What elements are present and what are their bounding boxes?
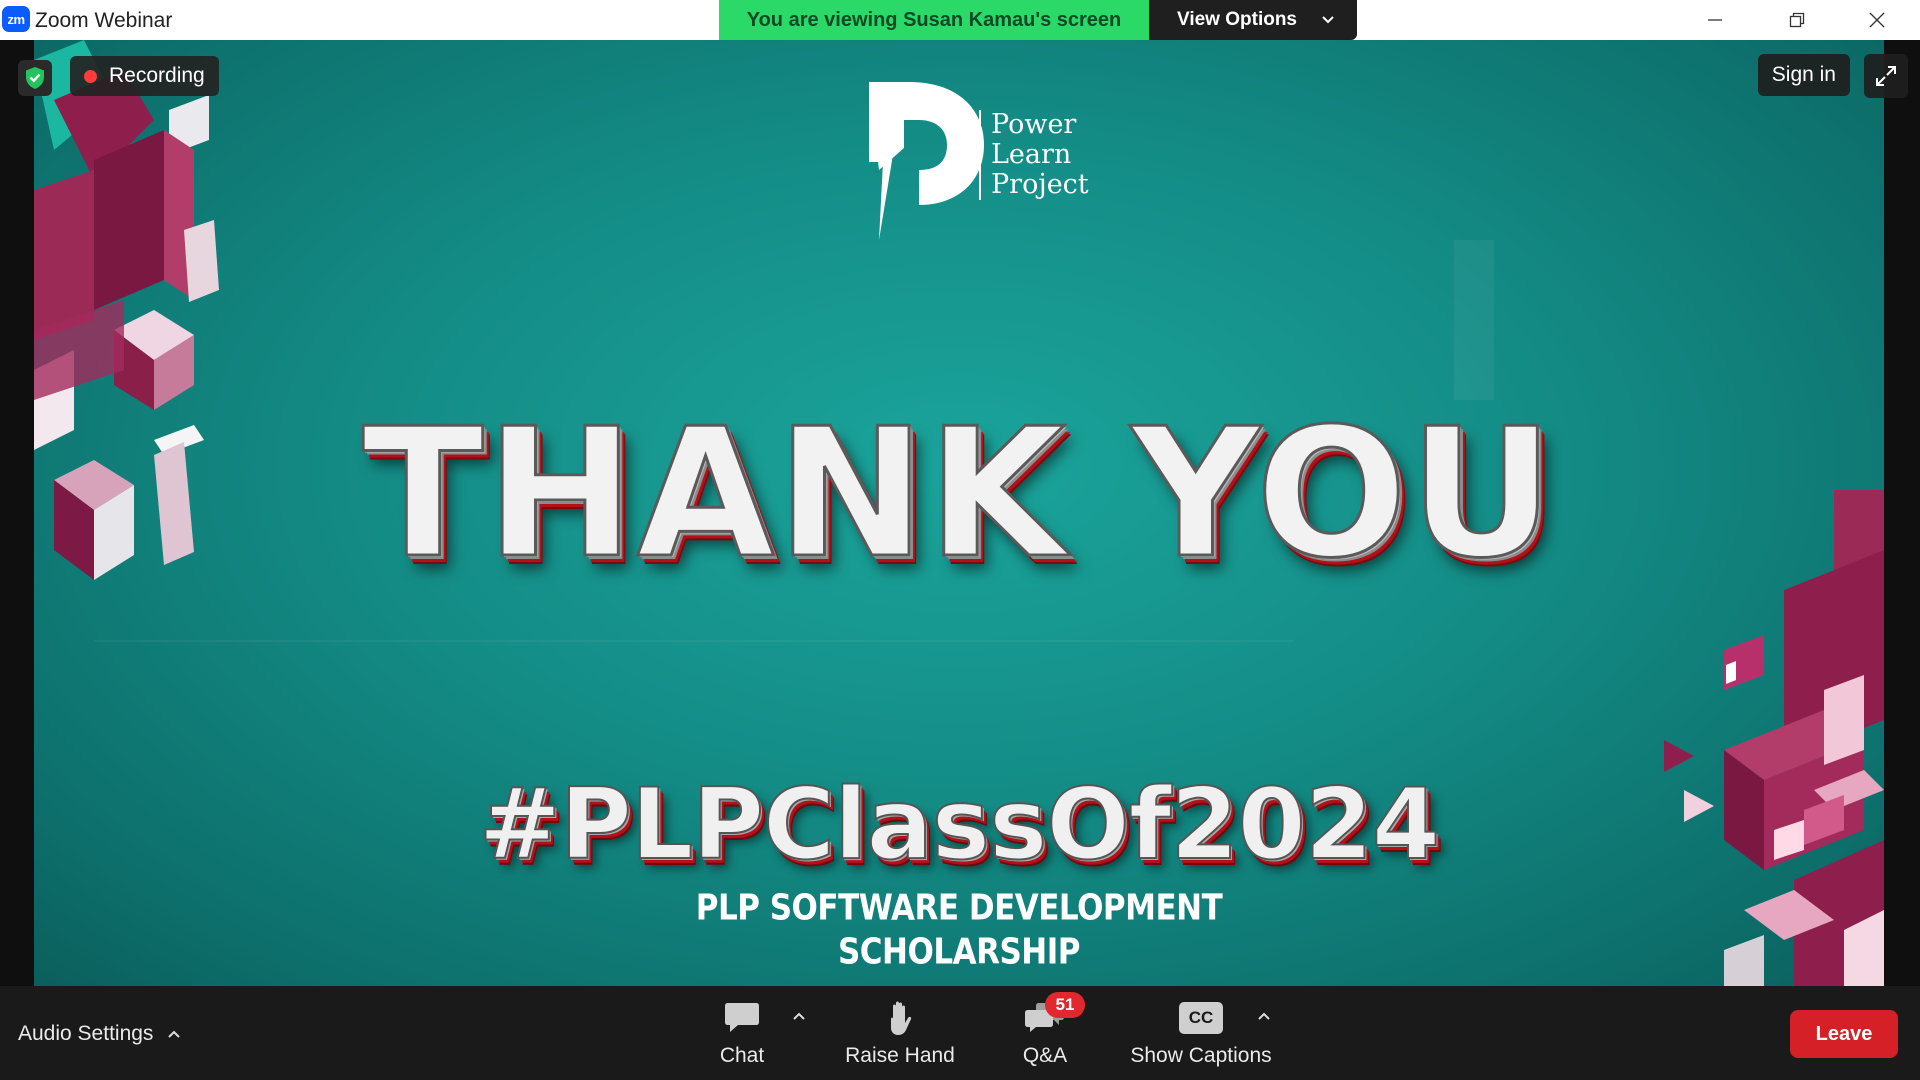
view-options-button[interactable]: View Options (1149, 0, 1357, 40)
slide-subtitle: PLP SOFTWARE DEVELOPMENT SCHOLARSHIP (34, 886, 1884, 973)
recording-dot-icon (84, 69, 97, 83)
restore-button[interactable] (1767, 0, 1827, 40)
logo-line: Learn (991, 139, 1072, 170)
chevron-up-icon (168, 1030, 181, 1038)
chat-button[interactable]: Chat (712, 998, 772, 1078)
shared-screen-stage: Power Learn Project THANK YOU #PLPClassO… (0, 40, 1920, 986)
logo-line: Project (991, 169, 1089, 200)
raise-hand-label: Raise Hand (845, 1044, 955, 1067)
raise-hand-icon (891, 1001, 912, 1035)
chat-label: Chat (719, 1044, 765, 1067)
subtitle-line: SCHOLARSHIP (837, 931, 1081, 973)
show-captions-label: Show Captions (1130, 1044, 1272, 1067)
leave-button[interactable]: Leave (1790, 1010, 1898, 1058)
qa-label: Q&A (1022, 1044, 1068, 1067)
logo-line: Power (991, 109, 1077, 140)
security-shield-button[interactable] (18, 60, 52, 96)
chevron-down-icon (1321, 8, 1335, 37)
close-icon (1869, 12, 1885, 28)
background-streak (94, 640, 1294, 642)
plp-logo-mark-icon (869, 82, 984, 240)
window-title: Zoom Webinar (35, 9, 173, 32)
view-options-label: View Options (1177, 9, 1298, 30)
title-bar: zm Zoom Webinar You are viewing Susan Ka… (0, 0, 1920, 40)
closed-captions-icon: CC (1179, 1002, 1223, 1034)
close-button[interactable] (1847, 0, 1907, 40)
plp-logo: Power Learn Project (829, 70, 1129, 250)
subtitle-line: PLP SOFTWARE DEVELOPMENT (695, 887, 1223, 929)
raise-hand-button[interactable]: Raise Hand (845, 998, 955, 1078)
audio-settings-button[interactable]: Audio Settings (18, 1022, 181, 1046)
restore-icon (1789, 12, 1805, 28)
recording-label: Recording (109, 64, 205, 87)
qa-button[interactable]: 51 Q&A (1015, 992, 1085, 1078)
sign-in-button[interactable]: Sign in (1757, 54, 1850, 96)
audio-settings-label: Audio Settings (18, 1022, 154, 1045)
chat-icon (725, 1003, 759, 1032)
minimize-button[interactable] (1685, 0, 1745, 40)
shield-check-icon (26, 67, 44, 89)
qa-count-badge: 51 (1045, 992, 1085, 1018)
recording-indicator[interactable]: Recording (70, 56, 219, 96)
show-captions-button[interactable]: CC Show Captions (1130, 998, 1272, 1078)
screen-share-banner: You are viewing Susan Kamau's screen (719, 0, 1149, 40)
fullscreen-button[interactable] (1864, 54, 1908, 98)
slide-headline: THANK YOU (361, 389, 1556, 599)
expand-icon (1876, 66, 1896, 86)
plp-logo-text: Power Learn Project (979, 110, 1089, 200)
captions-options-chevron-icon[interactable] (1257, 1008, 1271, 1026)
zoom-logo-icon: zm (2, 6, 30, 32)
minimize-icon (1708, 19, 1722, 21)
slide-hashtag: #PLPClassOf2024 (478, 767, 1441, 883)
meeting-toolbar: Audio Settings Chat Raise Hand 51 Q&A CC… (0, 986, 1920, 1080)
chat-options-chevron-icon[interactable] (792, 1008, 806, 1026)
background-streak (1454, 240, 1494, 400)
presentation-slide: Power Learn Project THANK YOU #PLPClassO… (34, 40, 1884, 986)
